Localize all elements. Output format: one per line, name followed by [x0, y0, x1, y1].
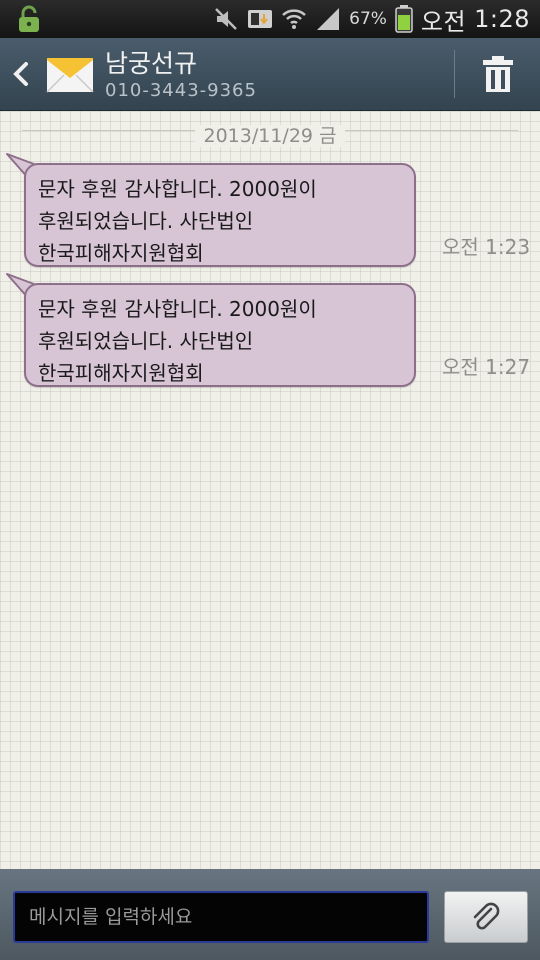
message-line: 문자 후원 감사합니다. 2000원이	[38, 297, 317, 321]
date-separator: 2013/11/29 금	[22, 121, 518, 147]
message-bubble[interactable]: 문자 후원 감사합니다. 2000원이 후원되었습니다. 사단법인 한국피해자지…	[24, 163, 416, 267]
back-icon[interactable]	[10, 58, 32, 90]
paperclip-icon	[473, 902, 500, 930]
composer-bar: 메시지를 입력하세요	[0, 869, 540, 960]
battery-icon	[395, 5, 413, 33]
unlock-icon	[19, 5, 39, 32]
message-line: 한국피해자지원협회	[38, 361, 204, 385]
wifi-icon	[282, 9, 306, 29]
message-line: 문자 후원 감사합니다. 2000원이	[38, 177, 317, 201]
mute-icon	[215, 8, 238, 30]
message-line: 후원되었습니다. 사단법인	[38, 329, 254, 353]
data-sync-icon	[248, 10, 273, 28]
signal-icon	[317, 8, 340, 30]
contact-phone: 010-3443-9365	[105, 80, 257, 101]
trash-icon[interactable]	[478, 54, 518, 94]
envelope-icon	[46, 58, 94, 93]
header-divider	[454, 50, 455, 98]
message-input[interactable]: 메시지를 입력하세요	[13, 891, 429, 943]
conversation-header: 남궁선규 010-3443-9365	[0, 38, 540, 111]
message-time: 오전 1:27	[442, 355, 531, 379]
clock-time: 1:28	[474, 5, 530, 33]
message-bubble[interactable]: 문자 후원 감사합니다. 2000원이 후원되었습니다. 사단법인 한국피해자지…	[24, 283, 416, 387]
message-list[interactable]: 2013/11/29 금 문자 후원 감사합니다. 2000원이 후원되었습니다…	[0, 111, 540, 869]
status-bar: 67% 오전 1:28	[0, 0, 540, 38]
message-line: 후원되었습니다. 사단법인	[38, 209, 254, 233]
battery-percent: 67%	[349, 9, 387, 29]
message-line: 한국피해자지원협회	[38, 241, 204, 265]
date-label: 2013/11/29 금	[195, 125, 345, 147]
message-input-placeholder: 메시지를 입력하세요	[29, 906, 193, 928]
message-time: 오전 1:23	[442, 235, 531, 259]
attach-button[interactable]	[444, 891, 528, 943]
clock-period: 오전	[420, 7, 467, 36]
contact-name: 남궁선규	[105, 49, 198, 78]
